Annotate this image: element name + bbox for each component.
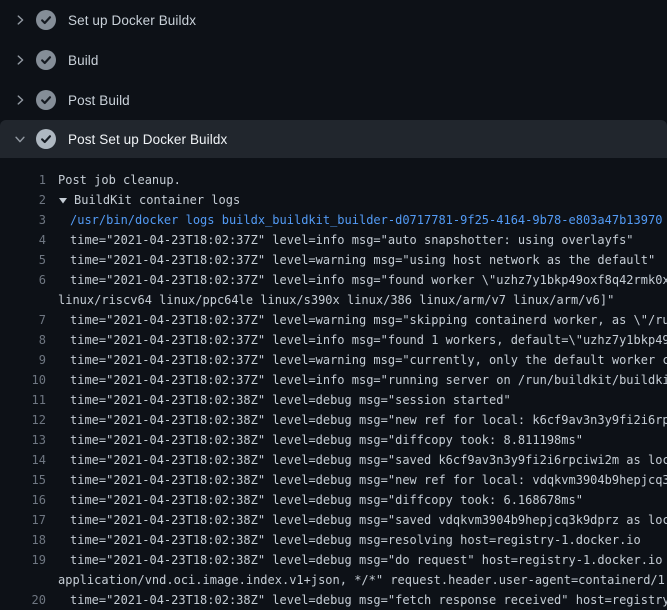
log-row: 19 time="2021-04-23T18:02:38Z" level=debu…	[0, 550, 667, 570]
step-title: Post Build	[68, 93, 130, 108]
line-number[interactable]: 12	[0, 410, 46, 430]
log-row: 4 time="2021-04-23T18:02:37Z" level=info …	[0, 230, 667, 250]
line-number[interactable]: 20	[0, 590, 46, 610]
step-header-build[interactable]: Build	[0, 40, 667, 80]
log-text: time="2021-04-23T18:02:37Z" level=info m…	[70, 230, 634, 250]
log-row: 11 time="2021-04-23T18:02:38Z" level=debu…	[0, 390, 667, 410]
log-text: time="2021-04-23T18:02:38Z" level=debug …	[70, 470, 667, 490]
log-row: 20 time="2021-04-23T18:02:38Z" level=debu…	[0, 590, 667, 610]
line-number[interactable]: 18	[0, 530, 46, 550]
log-row: 5 time="2021-04-23T18:02:37Z" level=warni…	[0, 250, 667, 270]
chevron-right-icon[interactable]	[12, 52, 28, 68]
line-number	[0, 290, 46, 310]
log-text: time="2021-04-23T18:02:38Z" level=debug …	[70, 450, 667, 470]
log-text: linux/riscv64 linux/ppc64le linux/s390x …	[58, 290, 614, 310]
workflow-steps-list: Set up Docker Buildx Build Post Build Post …	[0, 0, 667, 610]
line-number[interactable]: 6	[0, 270, 46, 290]
log-text: BuildKit container logs	[58, 190, 240, 210]
line-number[interactable]: 8	[0, 330, 46, 350]
line-number[interactable]: 19	[0, 550, 46, 570]
log-row: 9 time="2021-04-23T18:02:37Z" level=warni…	[0, 350, 667, 370]
check-circle-icon	[36, 50, 56, 70]
line-number[interactable]: 14	[0, 450, 46, 470]
log-row: linux/riscv64 linux/ppc64le linux/s390x …	[0, 290, 667, 310]
line-number[interactable]: 7	[0, 310, 46, 330]
step-title: Set up Docker Buildx	[68, 13, 196, 28]
step-title: Post Set up Docker Buildx	[68, 132, 227, 147]
log-text: time="2021-04-23T18:02:38Z" level=debug …	[70, 550, 667, 570]
line-number[interactable]: 2	[0, 190, 46, 210]
log-group-label: BuildKit container logs	[74, 190, 240, 210]
chevron-right-icon[interactable]	[12, 92, 28, 108]
log-output: 1 Post job cleanup. 2 BuildKit container lo…	[0, 158, 667, 610]
line-number[interactable]: 11	[0, 390, 46, 410]
log-row: 15 time="2021-04-23T18:02:38Z" level=debu…	[0, 470, 667, 490]
log-text: time="2021-04-23T18:02:38Z" level=debug …	[70, 430, 583, 450]
line-number[interactable]: 16	[0, 490, 46, 510]
log-text: time="2021-04-23T18:02:38Z" level=debug …	[70, 590, 667, 610]
log-text: time="2021-04-23T18:02:37Z" level=info m…	[70, 370, 667, 390]
step-header-set-up-docker-buildx[interactable]: Set up Docker Buildx	[0, 0, 667, 40]
step-header-post-build[interactable]: Post Build	[0, 80, 667, 120]
log-group-row[interactable]: 2 BuildKit container logs	[0, 190, 667, 210]
log-command-text: /usr/bin/docker logs buildx_buildkit_bui…	[70, 210, 662, 230]
log-row: 16 time="2021-04-23T18:02:38Z" level=debu…	[0, 490, 667, 510]
line-number[interactable]: 9	[0, 350, 46, 370]
log-row: 18 time="2021-04-23T18:02:38Z" level=debu…	[0, 530, 667, 550]
check-circle-icon	[36, 10, 56, 30]
log-text: time="2021-04-23T18:02:38Z" level=debug …	[70, 530, 641, 550]
step-title: Build	[68, 53, 99, 68]
log-row: 6 time="2021-04-23T18:02:37Z" level=info …	[0, 270, 667, 290]
chevron-down-icon[interactable]	[12, 131, 28, 147]
line-number[interactable]: 15	[0, 470, 46, 490]
log-text: time="2021-04-23T18:02:37Z" level=warnin…	[70, 350, 667, 370]
log-row: 7 time="2021-04-23T18:02:37Z" level=warni…	[0, 310, 667, 330]
step-header-post-set-up-docker-buildx[interactable]: Post Set up Docker Buildx	[0, 120, 667, 158]
line-number[interactable]: 4	[0, 230, 46, 250]
line-number	[0, 570, 46, 590]
check-circle-icon	[36, 129, 56, 149]
line-number[interactable]: 5	[0, 250, 46, 270]
log-row: 10 time="2021-04-23T18:02:37Z" level=info…	[0, 370, 667, 390]
log-row: 1 Post job cleanup.	[0, 170, 667, 190]
triangle-down-icon	[58, 195, 68, 205]
log-row: 17 time="2021-04-23T18:02:38Z" level=debu…	[0, 510, 667, 530]
line-number[interactable]: 13	[0, 430, 46, 450]
log-text: time="2021-04-23T18:02:37Z" level=info m…	[70, 270, 667, 290]
log-text: time="2021-04-23T18:02:38Z" level=debug …	[70, 490, 583, 510]
log-text: application/vnd.oci.image.index.v1+json,…	[58, 570, 667, 590]
line-number[interactable]: 17	[0, 510, 46, 530]
chevron-right-icon[interactable]	[12, 12, 28, 28]
log-row: 12 time="2021-04-23T18:02:38Z" level=debu…	[0, 410, 667, 430]
check-circle-icon	[36, 90, 56, 110]
log-text: Post job cleanup.	[58, 170, 181, 190]
log-text: time="2021-04-23T18:02:37Z" level=warnin…	[70, 250, 655, 270]
line-number[interactable]: 1	[0, 170, 46, 190]
line-number[interactable]: 3	[0, 210, 46, 230]
log-text: time="2021-04-23T18:02:38Z" level=debug …	[70, 410, 667, 430]
log-row: application/vnd.oci.image.index.v1+json,…	[0, 570, 667, 590]
line-number[interactable]: 10	[0, 370, 46, 390]
log-text: time="2021-04-23T18:02:37Z" level=info m…	[70, 330, 667, 350]
log-row: 14 time="2021-04-23T18:02:38Z" level=debu…	[0, 450, 667, 470]
log-row: 8 time="2021-04-23T18:02:37Z" level=info …	[0, 330, 667, 350]
log-text: time="2021-04-23T18:02:38Z" level=debug …	[70, 390, 511, 410]
log-row: 13 time="2021-04-23T18:02:38Z" level=debu…	[0, 430, 667, 450]
log-row: 3/usr/bin/docker logs buildx_buildkit_bu…	[0, 210, 667, 230]
log-text: time="2021-04-23T18:02:37Z" level=warnin…	[70, 310, 667, 330]
log-text: time="2021-04-23T18:02:38Z" level=debug …	[70, 510, 667, 530]
